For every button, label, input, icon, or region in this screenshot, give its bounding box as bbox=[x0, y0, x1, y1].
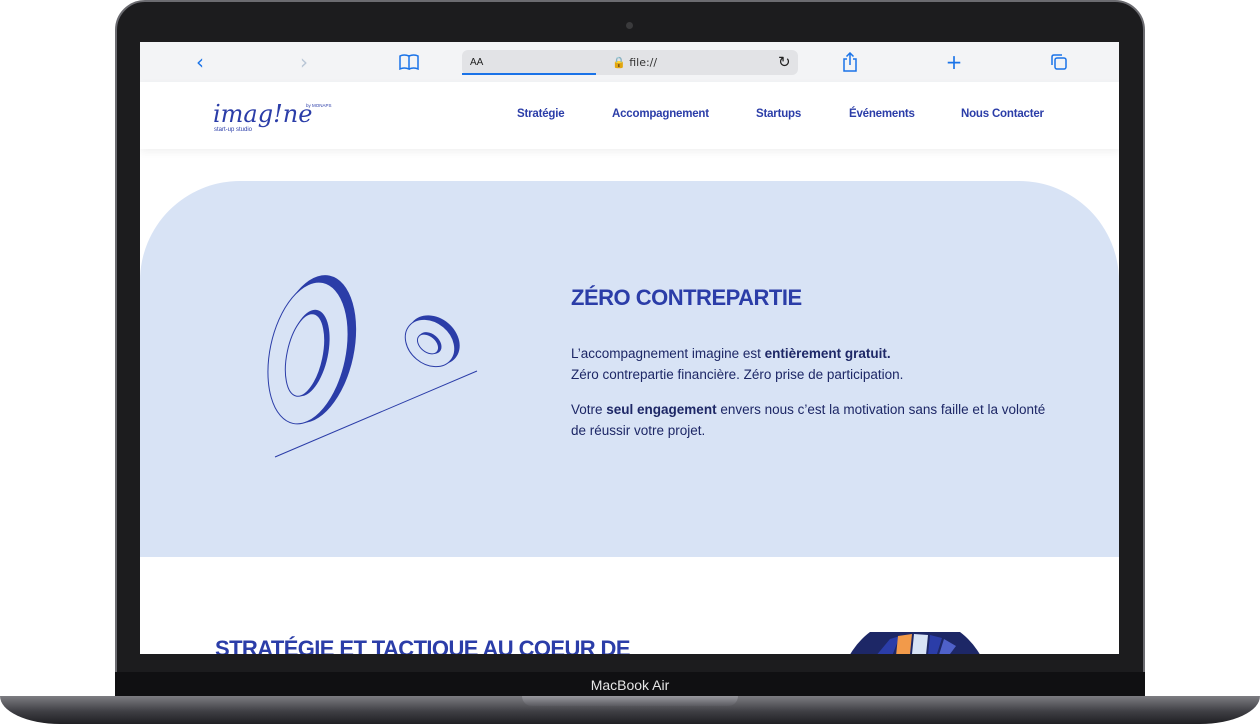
strategy-section-title: STRATÉGIE ET TACTIQUE AU COEUR DE bbox=[215, 636, 631, 654]
hero-title: ZÉRO CONTREPARTIE bbox=[571, 285, 802, 310]
hero-paragraph-1: L’accompagnement imagine est entièrement… bbox=[571, 343, 1051, 385]
laptop-notch bbox=[522, 696, 738, 706]
new-tab-icon[interactable]: + bbox=[942, 50, 966, 74]
zero-percent-illustration bbox=[267, 275, 478, 458]
laptop-frame: ‹ › AA 🔒 file:// ↻ + imag!ne by MONAPS s… bbox=[0, 0, 1260, 724]
logo-byline: by MONAPS bbox=[306, 103, 332, 108]
url-text: 🔒 file:// bbox=[612, 56, 658, 69]
share-icon[interactable] bbox=[838, 50, 862, 74]
forward-icon[interactable]: › bbox=[292, 50, 316, 74]
back-icon[interactable]: ‹ bbox=[188, 50, 212, 74]
hero-line1-bold: entièrement gratuit. bbox=[764, 346, 891, 361]
hero-body: L’accompagnement imagine est entièrement… bbox=[571, 343, 1051, 455]
camera bbox=[626, 22, 633, 29]
site-logo[interactable]: imag!ne by MONAPS start-up studio bbox=[213, 100, 343, 140]
browser-screen: ‹ › AA 🔒 file:// ↻ + imag!ne by MONAPS s… bbox=[140, 42, 1119, 654]
tabs-icon[interactable] bbox=[1047, 50, 1071, 74]
site-header: imag!ne by MONAPS start-up studio Straté… bbox=[140, 82, 1119, 149]
bookmarks-icon[interactable] bbox=[397, 50, 421, 74]
browser-toolbar: ‹ › AA 🔒 file:// ↻ + bbox=[140, 42, 1119, 82]
hero-line1-text: L’accompagnement imagine est bbox=[571, 346, 765, 361]
reload-icon[interactable]: ↻ bbox=[778, 53, 791, 71]
nav-evenements[interactable]: Événements bbox=[849, 108, 915, 120]
logo-wordmark: imag!ne bbox=[213, 100, 312, 128]
hero-paragraph-2: Votre seul engagement envers nous c’est … bbox=[571, 399, 1051, 441]
nav-strategie[interactable]: Stratégie bbox=[517, 108, 565, 120]
zero-contrepartie-section: ZÉRO CONTREPARTIE L’accompagnement imagi… bbox=[140, 181, 1119, 557]
nav-startups[interactable]: Startups bbox=[756, 108, 801, 120]
hero-para2-pre: Votre bbox=[571, 402, 607, 417]
logo-tagline: start-up studio bbox=[214, 127, 253, 133]
nav-accompagnement[interactable]: Accompagnement bbox=[612, 108, 709, 120]
hero-line2-text: Zéro contrepartie financière. Zéro prise… bbox=[571, 367, 904, 382]
device-label: MacBook Air bbox=[115, 672, 1145, 698]
url-value: file:// bbox=[629, 56, 658, 69]
nav-contact[interactable]: Nous Contacter bbox=[961, 108, 1044, 120]
address-bar[interactable]: AA 🔒 file:// ↻ bbox=[462, 50, 798, 75]
reader-aa-button[interactable]: AA bbox=[470, 57, 483, 68]
hero-para2-bold: seul engagement bbox=[606, 402, 717, 417]
load-progress bbox=[462, 73, 596, 75]
strategy-dial-graphic bbox=[850, 632, 980, 654]
